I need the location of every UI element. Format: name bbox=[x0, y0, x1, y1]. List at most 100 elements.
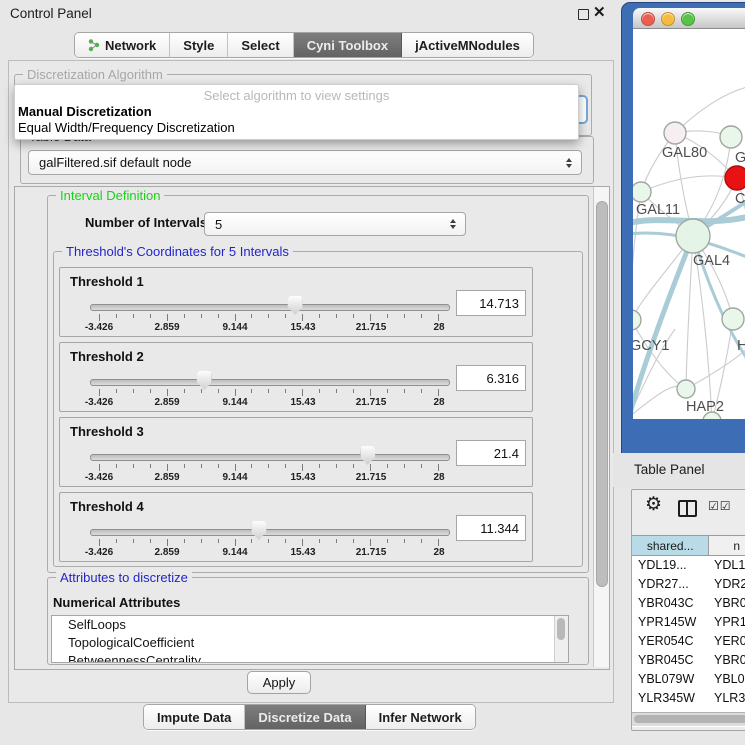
table-data-combobox[interactable]: galFiltered.sif default node bbox=[28, 150, 582, 175]
network-node bbox=[722, 308, 744, 330]
threshold-2-ticks bbox=[99, 389, 439, 396]
column-header-shared-name[interactable]: shared... bbox=[632, 536, 709, 555]
tab-jactivemnodules[interactable]: jActiveMNodules bbox=[402, 33, 533, 57]
control-panel-title: Control Panel bbox=[10, 6, 92, 21]
float-window-icon[interactable] bbox=[578, 9, 589, 20]
select-columns-icon[interactable]: ☑☑ bbox=[708, 499, 732, 513]
zoom-traffic-light-icon[interactable] bbox=[681, 12, 695, 26]
table-row[interactable]: YPR145WYPR1 bbox=[632, 613, 745, 632]
control-panel-tabbar: Network Style Select Cyni Toolbox jActiv… bbox=[74, 32, 534, 58]
table-row[interactable]: YDR27...YDR2 bbox=[632, 575, 745, 594]
tab-impute-data[interactable]: Impute Data bbox=[144, 705, 245, 729]
number-of-intervals-label: Number of Intervals bbox=[85, 215, 207, 230]
table-panel-header: Table Panel bbox=[613, 453, 745, 487]
threshold-1-slider-track[interactable] bbox=[90, 304, 450, 311]
gear-icon[interactable]: ⚙ bbox=[645, 495, 662, 514]
minimize-traffic-light-icon[interactable] bbox=[661, 12, 675, 26]
tab-select[interactable]: Select bbox=[228, 33, 293, 57]
interval-definition-title: Interval Definition bbox=[56, 188, 164, 203]
column-header-name[interactable]: n bbox=[709, 536, 745, 555]
threshold-3-slider-thumb[interactable] bbox=[360, 446, 375, 465]
list-item[interactable]: TopologicalCoefficient bbox=[52, 634, 568, 652]
combobox-arrows-icon bbox=[566, 158, 572, 168]
dropdown-option-manual-discretization[interactable]: Manual Discretization bbox=[18, 104, 152, 119]
threshold-2-value-field[interactable] bbox=[456, 365, 526, 391]
threshold-4-slider-thumb[interactable] bbox=[251, 521, 266, 540]
attributes-group-title: Attributes to discretize bbox=[56, 570, 192, 585]
number-of-intervals-combobox[interactable]: 5 bbox=[204, 212, 466, 236]
dropdown-option-equal-width[interactable]: Equal Width/Frequency Discretization bbox=[18, 120, 235, 135]
threshold-1-slider-thumb[interactable] bbox=[288, 296, 303, 315]
tab-network[interactable]: Network bbox=[75, 33, 170, 57]
network-node bbox=[720, 126, 742, 148]
algorithm-dropdown-popup: Select algorithm to view settings Manual… bbox=[14, 84, 579, 140]
list-scrollbar[interactable] bbox=[554, 616, 568, 662]
table-panel-title: Table Panel bbox=[634, 462, 705, 477]
threshold-4-slider-track[interactable] bbox=[90, 529, 450, 536]
threshold-4-label: Threshold 4 bbox=[70, 499, 144, 514]
apply-button[interactable]: Apply bbox=[247, 671, 311, 694]
network-node bbox=[664, 122, 686, 144]
threshold-1-label: Threshold 1 bbox=[70, 274, 144, 289]
table-row[interactable]: YER054CYER0 bbox=[632, 632, 745, 651]
table-body: YDL19...YDL1 YDR27...YDR2 YBR043CYBR0 YP… bbox=[632, 556, 745, 727]
threshold-1-panel: Threshold 1 -3.4262.8599.14415.4321.7152… bbox=[59, 267, 533, 337]
tab-cyni-toolbox[interactable]: Cyni Toolbox bbox=[294, 33, 402, 57]
threshold-2-panel: Threshold 2 -3.4262.8599.14415.4321.7152… bbox=[59, 342, 533, 412]
node-label: HAP2 bbox=[686, 399, 724, 415]
tab-discretize-data[interactable]: Discretize Data bbox=[245, 705, 365, 729]
list-item[interactable]: SelfLoops bbox=[52, 616, 568, 634]
table-row[interactable]: YBR045CYBR0 bbox=[632, 651, 745, 670]
threshold-1-value-field[interactable] bbox=[456, 290, 526, 316]
vertical-scrollbar[interactable] bbox=[593, 187, 609, 667]
numerical-attributes-list: SelfLoops TopologicalCoefficient Between… bbox=[51, 615, 569, 663]
threshold-4-value-field[interactable] bbox=[456, 515, 526, 541]
split-columns-icon[interactable] bbox=[678, 500, 697, 517]
dropdown-placeholder-option[interactable]: Select algorithm to view settings bbox=[15, 88, 578, 103]
table-panel: ⚙ ☑☑ shared... n YDL19...YDL1 YDR27...YD… bbox=[631, 489, 745, 731]
discretization-algorithm-title: Discretization Algorithm bbox=[23, 67, 167, 82]
horizontal-scrollbar[interactable] bbox=[632, 712, 745, 726]
network-icon bbox=[88, 38, 100, 52]
threshold-2-slider-thumb[interactable] bbox=[197, 371, 212, 390]
threshold-2-tick-labels: -3.4262.8599.14415.4321.71528 bbox=[99, 397, 439, 409]
threshold-2-label: Threshold 2 bbox=[70, 349, 144, 364]
network-nodes[interactable] bbox=[633, 122, 745, 419]
combobox-arrows-icon bbox=[450, 219, 456, 229]
threshold-1-tick-labels: -3.4262.8599.14415.4321.71528 bbox=[99, 322, 439, 334]
scrollbar-thumb[interactable] bbox=[634, 715, 745, 723]
settings-scrollpane: Interval Definition Number of Intervals … bbox=[14, 186, 610, 670]
node-label: GAL80 bbox=[662, 145, 707, 161]
list-item[interactable]: BetweennessCentrality bbox=[52, 652, 568, 663]
threshold-3-label: Threshold 3 bbox=[70, 424, 144, 439]
network-node bbox=[725, 166, 745, 190]
threshold-1-ticks bbox=[99, 314, 439, 321]
table-row[interactable]: YDL19...YDL1 bbox=[632, 556, 745, 575]
network-view-window[interactable]: GAL80 G C GAL11 GAL4 GCY1 H HAP2 bbox=[621, 2, 745, 455]
close-icon[interactable]: ✕ bbox=[593, 3, 606, 21]
threshold-2-slider-track[interactable] bbox=[90, 379, 450, 386]
scrollbar-thumb[interactable] bbox=[596, 201, 608, 587]
threshold-3-ticks bbox=[99, 464, 439, 471]
close-traffic-light-icon[interactable] bbox=[641, 12, 655, 26]
tab-infer-network[interactable]: Infer Network bbox=[366, 705, 475, 729]
threshold-4-panel: Threshold 4 -3.4262.8599.14415.4321.7152… bbox=[59, 492, 533, 562]
network-canvas[interactable]: GAL80 G C GAL11 GAL4 GCY1 H HAP2 bbox=[633, 29, 745, 419]
threshold-3-tick-labels: -3.4262.8599.14415.4321.71528 bbox=[99, 472, 439, 484]
table-header-row: shared... n bbox=[632, 535, 745, 556]
network-window-titlebar[interactable] bbox=[633, 8, 745, 29]
network-node bbox=[676, 219, 710, 253]
tab-style[interactable]: Style bbox=[170, 33, 228, 57]
threshold-3-panel: Threshold 3 -3.4262.8599.14415.4321.7152… bbox=[59, 417, 533, 487]
node-label: C bbox=[735, 191, 745, 207]
threshold-4-ticks bbox=[99, 539, 439, 546]
network-node bbox=[677, 380, 695, 398]
table-row[interactable]: YBR043CYBR0 bbox=[632, 594, 745, 613]
thresholds-group-title: Threshold's Coordinates for 5 Intervals bbox=[62, 244, 293, 259]
node-label: GAL4 bbox=[693, 253, 730, 269]
threshold-3-slider-track[interactable] bbox=[90, 454, 450, 461]
node-label: G bbox=[735, 150, 745, 166]
table-row[interactable]: YLR345WYLR3 bbox=[632, 689, 745, 708]
threshold-3-value-field[interactable] bbox=[456, 440, 526, 466]
table-row[interactable]: YBL079WYBL0 bbox=[632, 670, 745, 689]
